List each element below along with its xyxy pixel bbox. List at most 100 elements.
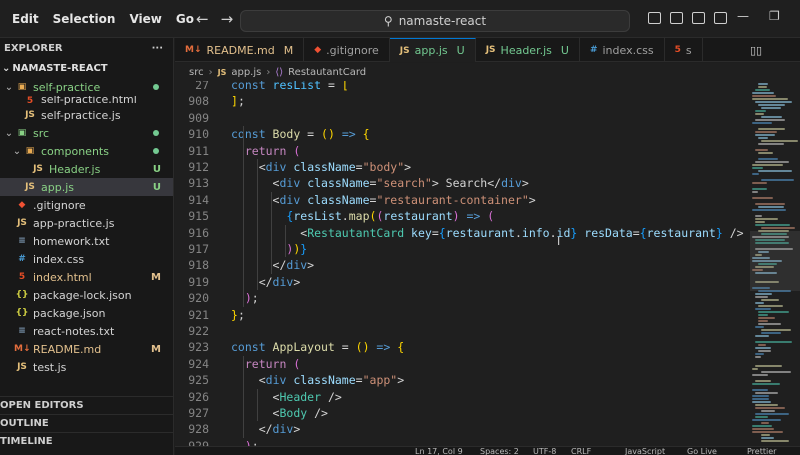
minimap-line (755, 203, 785, 205)
tree-item[interactable]: ⌄ ▣ src (0, 124, 173, 142)
minimap-line (761, 329, 792, 331)
tab-app-js[interactable]: JS app.js U (389, 38, 476, 62)
indent-guide (257, 159, 258, 291)
more-actions-icon[interactable]: ··· (152, 43, 163, 54)
tab-header-js[interactable]: JS Header.js U (476, 38, 580, 62)
tree-item-label: self-practice.html (41, 96, 137, 106)
status-language[interactable]: JavaScript (625, 447, 665, 455)
project-root[interactable]: ⌄ NAMASTE-REACT (0, 58, 173, 78)
window-controls: — ❐ (737, 9, 780, 23)
tree-item[interactable]: # index.css (0, 250, 173, 268)
line-number: 908 (188, 94, 209, 109)
code-token: const (231, 81, 273, 92)
tree-item[interactable]: 5 self-practice.html (0, 96, 173, 106)
code-token: "body" (362, 160, 405, 174)
status-golive[interactable]: Go Live (687, 447, 717, 455)
section-outline[interactable]: OUTLINE (0, 414, 173, 432)
restore-icon[interactable]: ❐ (769, 9, 780, 23)
section-timeline[interactable]: TIMELINE (0, 432, 173, 450)
code-line: 919 </div> (175, 274, 750, 290)
code-token: } (231, 307, 238, 322)
minimap-line (755, 224, 790, 226)
minimap-line (755, 353, 764, 355)
minimap-line (755, 134, 776, 136)
code-token: div (265, 160, 294, 174)
tree-item[interactable]: ⌄ ▣ components (0, 142, 173, 160)
toggle-primary-sidebar-icon[interactable] (648, 12, 661, 24)
code-token: Body (279, 406, 308, 420)
minimap-line (755, 293, 773, 295)
menu-view[interactable]: View (129, 12, 161, 26)
tab-index-css[interactable]: # index.css (580, 38, 665, 62)
tree-item[interactable]: ≡ homework.txt (0, 232, 173, 250)
toggle-secondary-sidebar-icon[interactable] (692, 12, 705, 24)
tree-item[interactable]: JS app-practice.js (0, 214, 173, 232)
tree-item-label: react-notes.txt (33, 324, 115, 338)
status-encoding[interactable]: UTF-8 (533, 447, 556, 455)
html-file-icon: 5 (26, 96, 34, 106)
code-token: /> (307, 406, 328, 420)
tree-item[interactable]: ≡ react-notes.txt (0, 322, 173, 340)
tree-item[interactable]: 5 index.html M (0, 268, 173, 286)
minimap-line (755, 308, 772, 310)
customize-layout-icon[interactable] (714, 12, 727, 24)
minimap-line (761, 227, 796, 229)
tree-item[interactable]: JS test.js (0, 358, 173, 376)
minimap-line (761, 437, 775, 439)
code-editor[interactable]: I 27 const resList = [908]; 909 910 const Bo… (175, 81, 750, 446)
tree-item[interactable]: M↓ README.md M (0, 340, 173, 358)
code-token: /> (321, 389, 342, 404)
code-token: </ (231, 258, 287, 273)
minimap-line (758, 158, 779, 160)
command-center[interactable]: ⚲ namaste-react (240, 10, 630, 32)
forward-arrow-icon[interactable]: → (221, 10, 234, 28)
tree-item[interactable]: JS app.js U (0, 178, 173, 196)
split-editor-icon[interactable]: ▯▯ (750, 44, 762, 57)
tree-item[interactable]: ◆ .gitignore (0, 196, 173, 214)
code-token: div (501, 176, 522, 191)
section-open-editors[interactable]: OPEN EDITORS (0, 396, 173, 414)
minimap-slider[interactable] (750, 231, 800, 291)
code-text: <div className="app"> (231, 372, 404, 388)
breadcrumb-symbol[interactable]: RestautantCard (288, 67, 366, 78)
tab--gitignore[interactable]: ◆ .gitignore (304, 38, 390, 62)
breadcrumb-folder[interactable]: src (189, 67, 204, 78)
menu-selection[interactable]: Selection (53, 12, 116, 26)
minimap-line (755, 392, 779, 394)
back-arrow-icon[interactable]: ← (196, 10, 209, 28)
code-token: => (459, 209, 488, 224)
status-eol[interactable]: CRLF (571, 447, 591, 455)
code-token: => (334, 127, 363, 142)
status-cursor-position[interactable]: Ln 17, Col 9 (415, 447, 463, 455)
minimap-line (752, 188, 768, 190)
minimize-icon[interactable]: — (737, 9, 749, 23)
code-token: < (231, 406, 280, 420)
code-token: } (715, 225, 723, 240)
toggle-panel-icon[interactable] (670, 12, 683, 24)
menu-edit[interactable]: Edit (12, 12, 39, 26)
status-prettier[interactable]: Prettier (747, 447, 776, 455)
tree-item-label: self-practice.js (41, 108, 121, 122)
code-token: ; (237, 94, 245, 109)
tab-readme-md[interactable]: M↓ README.md M (175, 38, 305, 62)
minimap-line (752, 209, 787, 211)
breadcrumb-file[interactable]: app.js (231, 67, 261, 78)
json-file-icon: {} (15, 308, 29, 318)
tab-s[interactable]: 5s (665, 38, 703, 62)
code-line: 921}; (175, 307, 750, 323)
minimap[interactable] (750, 81, 800, 446)
chevron-down-icon: ⌄ (4, 127, 14, 139)
code-line: 27 const resList = [ (175, 81, 750, 93)
tree-item[interactable]: {} package.json (0, 304, 173, 322)
status-indentation[interactable]: Spaces: 2 (480, 447, 519, 455)
tree-item[interactable]: ⌄ ▣ self-practice (0, 78, 173, 96)
tree-item[interactable]: JS self-practice.js (0, 106, 173, 124)
minimap-line (758, 206, 785, 208)
tree-item[interactable]: JS Header.js U (0, 160, 173, 178)
git-status-badge: M (151, 343, 161, 355)
menu-go[interactable]: Go (176, 12, 194, 26)
code-token: > (397, 373, 405, 388)
tree-item[interactable]: {} package-lock.json (0, 286, 173, 304)
